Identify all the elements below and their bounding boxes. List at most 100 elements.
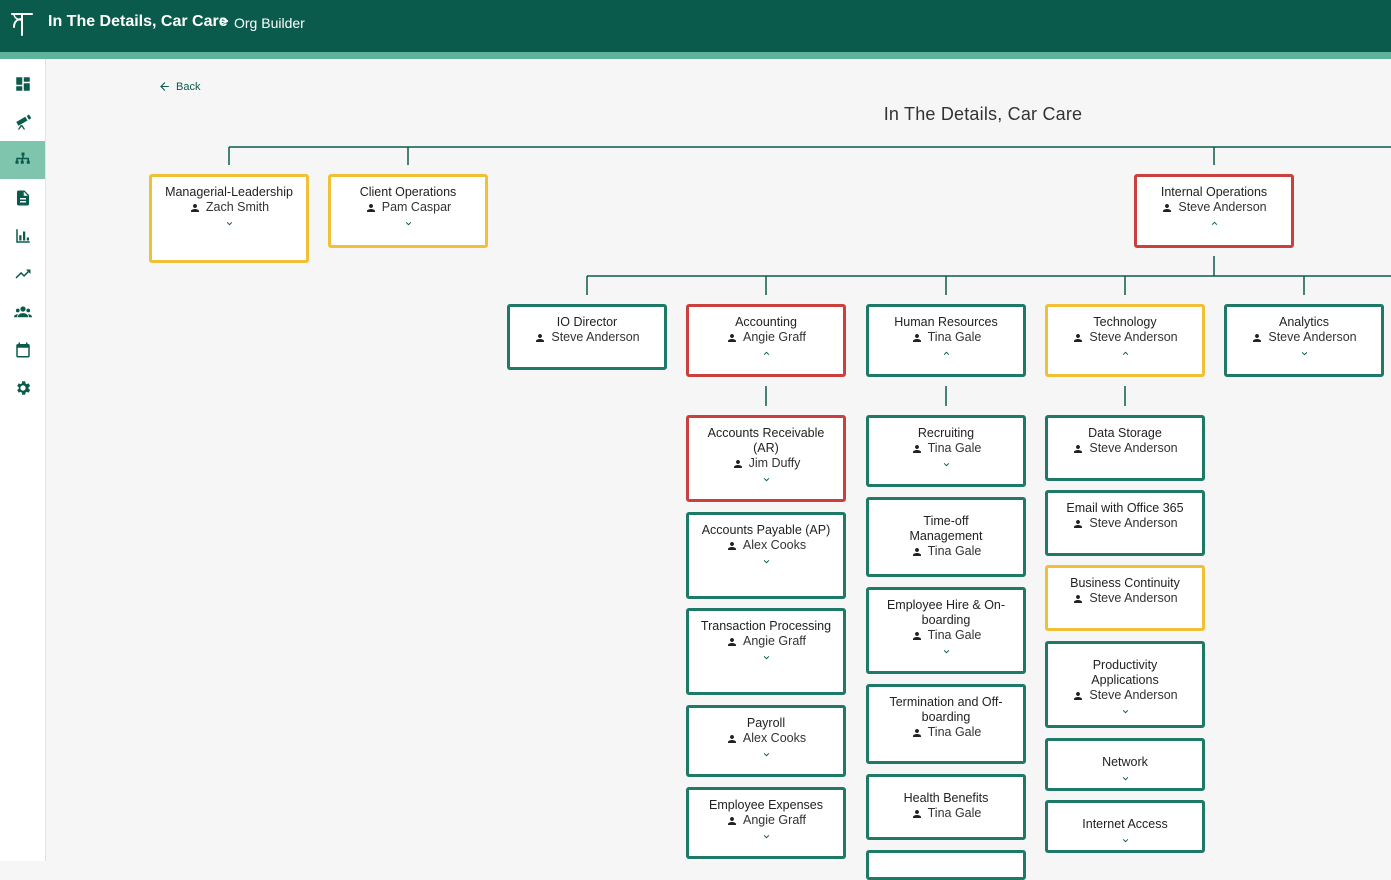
- person-icon: [1074, 333, 1083, 342]
- node-person-name: Alex Cooks: [742, 538, 807, 552]
- org-node-internal-operations[interactable]: Internal Operations Steve Anderson: [1134, 174, 1294, 248]
- org-node-human-resources[interactable]: Human Resources Tina Gale: [866, 304, 1026, 377]
- org-node-internet-access[interactable]: Internet Access: [1045, 800, 1205, 853]
- node-person-name: Steve Anderson: [1089, 688, 1178, 702]
- person-icon: [366, 203, 375, 212]
- org-node-employee-expenses[interactable]: Employee Expenses Angie Graff: [686, 787, 846, 859]
- node-title: Employee Expenses: [709, 798, 823, 812]
- chevron-up-icon[interactable]: [941, 348, 952, 359]
- node-title: Productivity Applications: [1091, 658, 1159, 687]
- node-person-name: Steve Anderson: [1089, 441, 1178, 455]
- org-node-health-benefits[interactable]: Health Benefits Tina Gale: [866, 774, 1026, 840]
- chevron-down-icon[interactable]: [941, 459, 952, 470]
- person-icon: [727, 734, 736, 743]
- person-icon: [1253, 333, 1262, 342]
- node-person-name: Steve Anderson: [1089, 516, 1178, 530]
- node-title: Network: [1102, 755, 1148, 769]
- org-node-employee-hire-onboarding[interactable]: Employee Hire & On-boarding Tina Gale: [866, 587, 1026, 674]
- chevron-down-icon[interactable]: [1299, 348, 1310, 359]
- org-node-io-director[interactable]: IO Director Steve Anderson: [507, 304, 667, 370]
- chevron-down-icon[interactable]: [761, 831, 772, 842]
- node-person-name: Angie Graff: [742, 634, 806, 648]
- org-node-business-continuity[interactable]: Business Continuity Steve Anderson: [1045, 565, 1205, 631]
- node-person-name: Tina Gale: [927, 330, 982, 344]
- person-icon: [1074, 691, 1083, 700]
- chevron-down-icon[interactable]: [761, 556, 772, 567]
- org-node-productivity-applications[interactable]: Productivity Applications Steve Anderson: [1045, 641, 1205, 728]
- person-icon: [727, 816, 736, 825]
- chevron-down-icon[interactable]: [1120, 773, 1131, 784]
- chevron-up-icon[interactable]: [1120, 348, 1131, 359]
- node-title: Employee Hire & On-boarding: [886, 598, 1006, 627]
- node-title: Termination and Off-boarding: [889, 695, 1003, 724]
- node-person-name: Alex Cooks: [742, 731, 807, 745]
- org-node-payroll[interactable]: Payroll Alex Cooks: [686, 705, 846, 777]
- node-person-name: Tina Gale: [927, 544, 982, 558]
- org-node-termination-offboarding[interactable]: Termination and Off-boarding Tina Gale: [866, 684, 1026, 764]
- person-icon: [1074, 519, 1083, 528]
- org-node-accounting[interactable]: Accounting Angie Graff: [686, 304, 846, 377]
- node-person-name: Tina Gale: [927, 628, 982, 642]
- node-title: Accounting: [735, 315, 797, 329]
- org-node-managerial-leadership[interactable]: Managerial-Leadership Zach Smith: [149, 174, 309, 263]
- node-title: Internet Access: [1082, 817, 1168, 831]
- node-person-name: Steve Anderson: [1089, 330, 1178, 344]
- person-icon: [912, 809, 921, 818]
- org-node-technology[interactable]: Technology Steve Anderson: [1045, 304, 1205, 377]
- org-node-accounts-payable[interactable]: Accounts Payable (AP) Alex Cooks: [686, 512, 846, 599]
- person-icon: [727, 333, 736, 342]
- org-node-network[interactable]: Network: [1045, 738, 1205, 791]
- person-icon: [1074, 594, 1083, 603]
- node-title: Payroll: [746, 716, 786, 730]
- org-node-recruiting[interactable]: Recruiting Tina Gale: [866, 415, 1026, 487]
- person-icon: [912, 444, 921, 453]
- chevron-up-icon[interactable]: [1209, 218, 1220, 229]
- node-title: Technology: [1093, 315, 1157, 329]
- person-icon: [1163, 203, 1172, 212]
- chevron-down-icon[interactable]: [403, 218, 414, 229]
- org-node-data-storage[interactable]: Data Storage Steve Anderson: [1045, 415, 1205, 481]
- node-person-name: Steve Anderson: [551, 330, 640, 344]
- person-icon: [912, 728, 921, 737]
- person-icon: [1074, 444, 1083, 453]
- person-icon: [733, 459, 742, 468]
- node-title: Internal Operations: [1160, 185, 1268, 199]
- chevron-up-icon[interactable]: [761, 348, 772, 359]
- node-title: Client Operations: [359, 185, 457, 199]
- person-icon: [912, 631, 921, 640]
- org-node-accounts-receivable[interactable]: Accounts Receivable (AR) Jim Duffy: [686, 415, 846, 502]
- node-person-name: Tina Gale: [927, 441, 982, 455]
- node-title: Data Storage: [1088, 426, 1162, 440]
- person-icon: [727, 541, 736, 550]
- chevron-down-icon[interactable]: [224, 218, 235, 229]
- person-icon: [536, 333, 545, 342]
- org-node-transaction-processing[interactable]: Transaction Processing Angie Graff: [686, 608, 846, 695]
- chevron-down-icon[interactable]: [761, 652, 772, 663]
- chevron-down-icon[interactable]: [1120, 706, 1131, 717]
- org-node-email-office-365[interactable]: Email with Office 365 Steve Anderson: [1045, 490, 1205, 556]
- node-title: Transaction Processing: [700, 619, 832, 633]
- node-person-name: Pam Caspar: [381, 200, 452, 214]
- chevron-down-icon[interactable]: [941, 646, 952, 657]
- person-icon: [912, 333, 921, 342]
- org-node-partial[interactable]: [866, 850, 1026, 880]
- chevron-down-icon[interactable]: [1120, 835, 1131, 846]
- node-title: Business Continuity: [1070, 576, 1180, 590]
- node-title: Accounts Payable (AP): [701, 523, 831, 537]
- node-title: Managerial-Leadership: [165, 185, 293, 199]
- node-person-name: Angie Graff: [742, 813, 806, 827]
- org-node-client-operations[interactable]: Client Operations Pam Caspar: [328, 174, 488, 248]
- person-icon: [727, 637, 736, 646]
- node-person-name: Steve Anderson: [1089, 591, 1178, 605]
- node-title: Analytics: [1278, 315, 1330, 329]
- org-node-time-off-management[interactable]: Time-off Management Tina Gale: [866, 497, 1026, 577]
- node-person-name: Steve Anderson: [1268, 330, 1357, 344]
- person-icon: [190, 203, 199, 212]
- node-person-name: Tina Gale: [927, 806, 982, 820]
- chevron-down-icon[interactable]: [761, 474, 772, 485]
- node-title: Email with Office 365: [1066, 501, 1184, 515]
- chevron-down-icon[interactable]: [761, 749, 772, 760]
- person-icon: [912, 547, 921, 556]
- org-node-analytics[interactable]: Analytics Steve Anderson: [1224, 304, 1384, 377]
- node-title: Human Resources: [894, 315, 998, 329]
